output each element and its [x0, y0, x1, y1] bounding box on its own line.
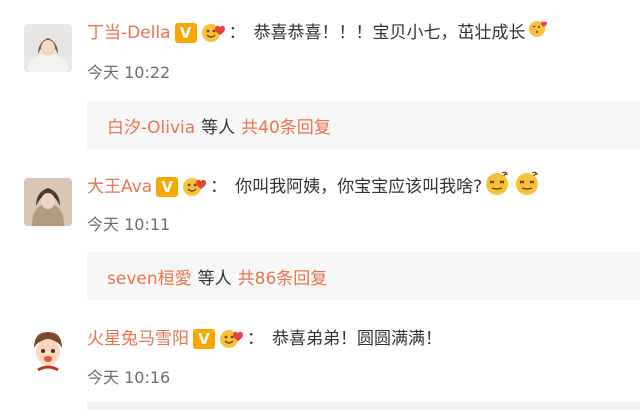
comment-time: 今天 10:11 [87, 215, 171, 234]
comment-text: 恭喜恭喜！！！宝贝小七，茁壮成长 [253, 23, 526, 43]
username-link[interactable]: 丁当-Della [87, 19, 171, 47]
colon-separator: ： [228, 23, 246, 43]
comment-time: 今天 10:22 [87, 63, 171, 82]
reply-username-link[interactable]: seven桓愛 [107, 264, 192, 289]
comment-header: 火星兔马雪阳 V ： 恭喜弟弟！圆圆满满！ [87, 325, 442, 353]
vip-badge-icon: V [174, 23, 197, 43]
fan-badge-icon [201, 22, 227, 44]
kiss-heart-emoji-icon [528, 19, 548, 48]
vip-badge-icon: V [156, 177, 179, 197]
colon-separator: ： [210, 177, 228, 197]
comment-text: 恭喜弟弟！圆圆满满！ [272, 329, 442, 349]
reply-summary[interactable]: seven桓愛 等人 共86条回复 [87, 252, 640, 300]
comment-text: 你叫我阿姨，你宝宝应该叫我啥? [235, 177, 483, 197]
reply-count-link[interactable]: 共40条回复 [241, 113, 331, 138]
avatar[interactable] [24, 178, 72, 226]
reply-count-link[interactable]: 共86条回复 [238, 264, 328, 289]
comment-item: 丁当-Della V ： 恭喜恭喜！！！宝贝小七，茁壮成长 今天 10:22 [0, 0, 640, 90]
colon-separator: ： [247, 329, 264, 349]
reply-summary[interactable]: 白汐-Olivia 等人 共40条回复 [87, 101, 640, 149]
reply-username-link[interactable]: 白汐-Olivia [107, 113, 195, 138]
dizzy-face-emoji-icon [514, 170, 542, 205]
dizzy-face-emoji-icon [484, 170, 512, 205]
reply-summary-partial [87, 402, 640, 410]
comment-header: 丁当-Della V ： 恭喜恭喜！！！宝贝小七，茁壮成长 [87, 19, 548, 47]
vip-badge-icon: V [193, 329, 215, 349]
fan-badge-icon [219, 328, 245, 350]
username-link[interactable]: 火星兔马雪阳 [87, 325, 189, 353]
username-link[interactable]: 大王Ava [87, 173, 152, 201]
comment-header: 大王Ava V ： 你叫我阿姨，你宝宝应该叫我啥? [87, 171, 542, 201]
reply-separator: 等人 [201, 117, 236, 138]
comment-time: 今天 10:16 [87, 368, 171, 387]
fan-badge-icon [182, 176, 208, 198]
avatar[interactable] [24, 24, 72, 72]
reply-separator: 等人 [197, 268, 232, 289]
avatar[interactable] [24, 326, 72, 374]
